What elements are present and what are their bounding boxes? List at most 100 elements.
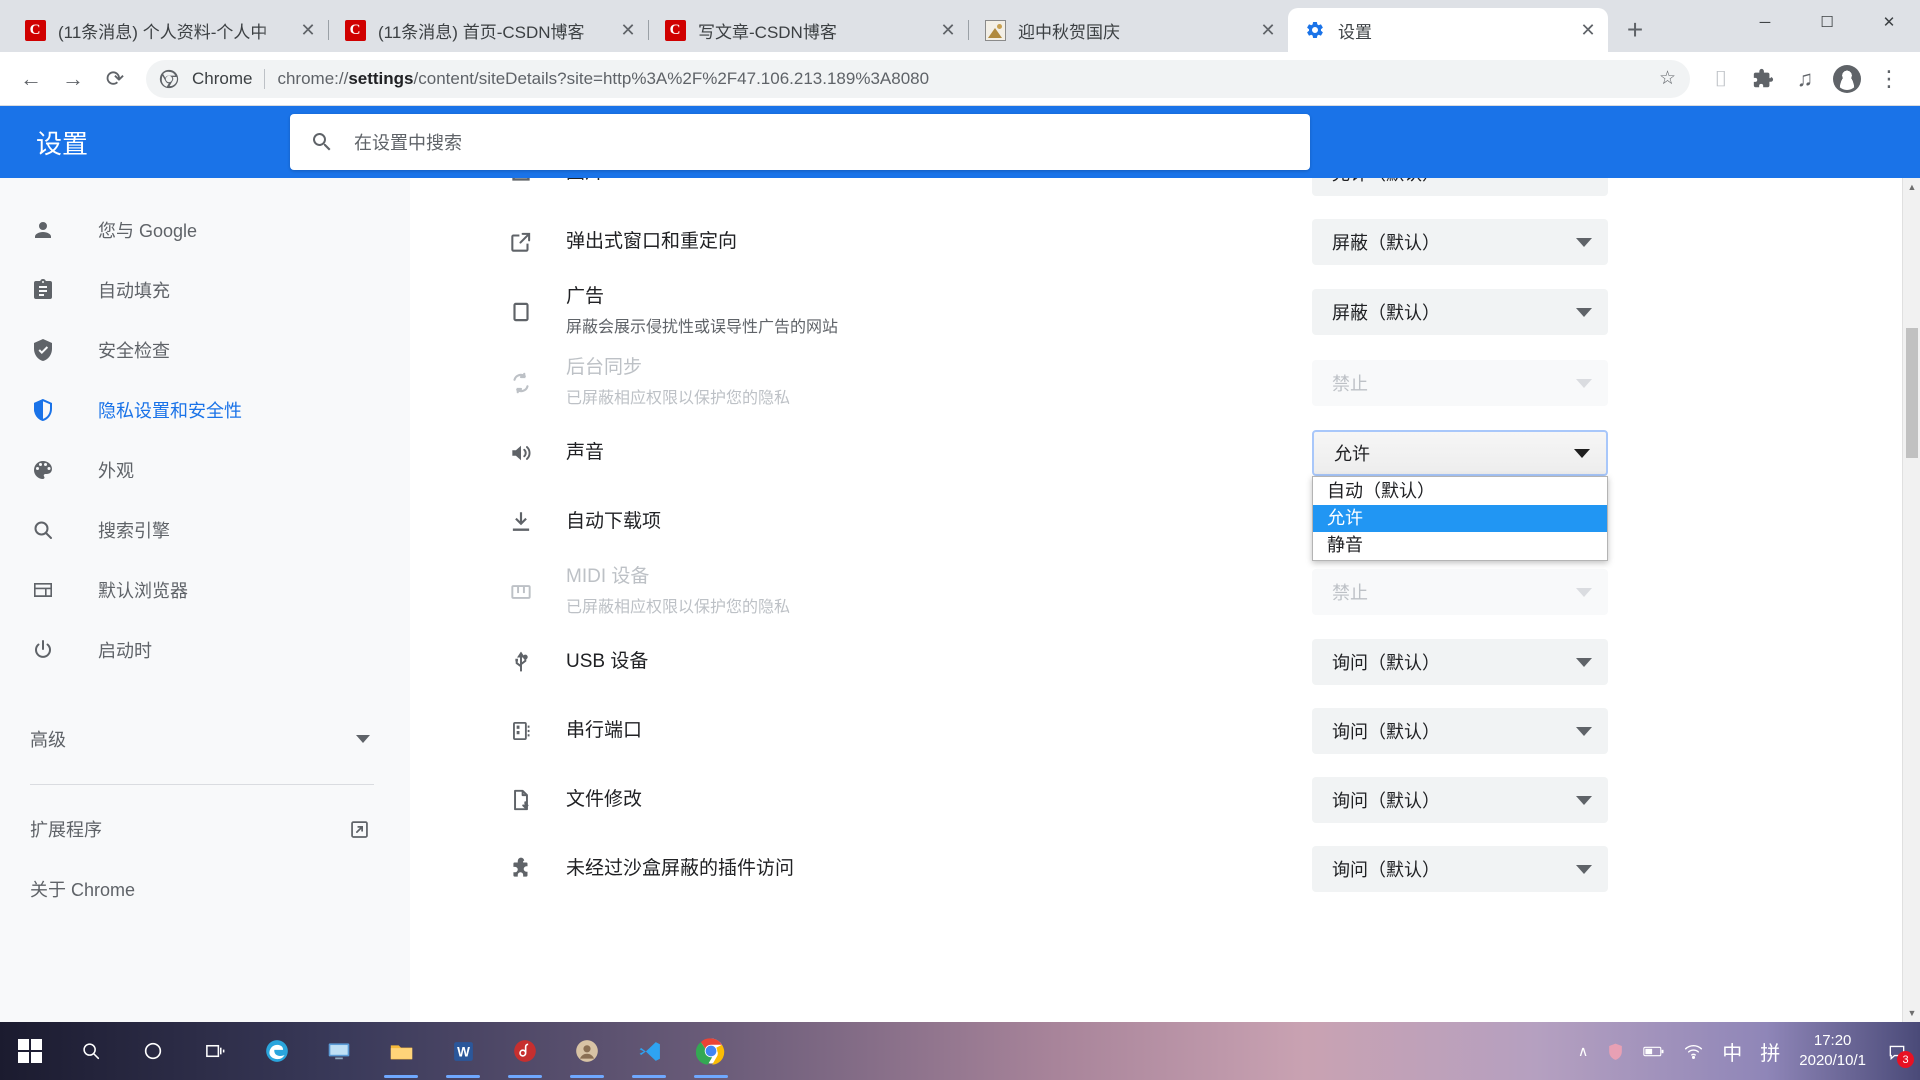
taskbar-word-icon[interactable]: W [432,1022,494,1080]
tab-close-button[interactable]: ✕ [1574,16,1602,44]
permission-text: 声音 [566,438,1312,468]
permission-value: 屏蔽（默认） [1332,229,1576,255]
tab-close-button[interactable]: ✕ [614,16,642,44]
scroll-up-arrow[interactable]: ▲ [1903,178,1920,196]
back-button[interactable]: ← [10,58,52,100]
sidebar-item-privacy-and-security[interactable]: 隐私设置和安全性 [0,380,410,440]
tab-strip: C (11条消息) 个人资料-个人中 ✕ C (11条消息) 首页-CSDN博客… [0,0,1920,52]
sidebar-item-about-chrome[interactable]: 关于 Chrome [0,859,410,919]
permission-select[interactable]: 屏蔽（默认） [1312,289,1608,335]
profile-avatar[interactable] [1826,58,1868,100]
bookmark-star-icon[interactable]: ☆ [1659,67,1676,90]
browser-tab[interactable]: 迎中秋贺国庆 ✕ [968,8,1288,52]
tab-separator [968,20,969,40]
settings-content: 图片 允许（默认） 弹出式窗口和重定向 [410,178,1920,1022]
permission-select[interactable]: 允许（默认） [1312,178,1608,196]
permission-text: 自动下载项 [566,507,1312,537]
extensions-puzzle-icon[interactable] [1742,58,1784,100]
minimize-button[interactable]: ─ [1734,0,1796,44]
taskbar-photo-app-icon[interactable] [556,1022,618,1080]
scrollbar-thumb[interactable] [1906,328,1918,458]
sidebar-item-safety-check[interactable]: 安全检查 [0,320,410,380]
permission-select[interactable]: 询问（默认） [1312,846,1608,892]
browser-tab[interactable]: C 写文章-CSDN博客 ✕ [648,8,968,52]
permission-row: MIDI 设备 已屏蔽相应权限以保护您的隐私 禁止 [410,562,1608,622]
browser-tab[interactable]: C (11条消息) 个人资料-个人中 ✕ [8,8,328,52]
csdn-icon: C [664,19,686,41]
battery-icon[interactable] [1634,1045,1674,1058]
tab-close-button[interactable]: ✕ [1254,16,1282,44]
permission-select[interactable]: 询问（默认） [1312,777,1608,823]
permission-text: 后台同步 已屏蔽相应权限以保护您的隐私 [566,353,1312,413]
chrome-menu-button[interactable]: ⋮ [1868,58,1910,100]
taskbar-search-icon[interactable] [60,1022,122,1080]
permission-select[interactable]: 询问（默认） [1312,708,1608,754]
permission-name: 声音 [566,442,604,463]
start-button[interactable] [0,1022,60,1080]
tab-title: 迎中秋贺国庆 [1018,18,1254,43]
ime-mode-indicator[interactable]: 拼 [1751,1037,1789,1066]
sidebar-item-label: 安全检查 [98,337,170,363]
tab-close-button[interactable]: ✕ [294,16,322,44]
taskbar-chrome-icon[interactable] [680,1022,742,1080]
sidebar-item-default-browser[interactable]: 默认浏览器 [0,560,410,620]
antivirus-icon[interactable] [1597,1042,1634,1061]
chrome-logo-icon [158,68,180,90]
permission-select-disabled: 禁止 [1312,360,1608,406]
plugin-icon [506,856,536,882]
permission-text: 未经过沙盒屏蔽的插件访问 [566,854,1312,884]
permission-row-sound: 声音 允许 自动（默认） 允许 静音 [410,424,1608,482]
permission-select[interactable]: 屏蔽（默认） [1312,219,1608,265]
midi-icon [506,579,536,605]
new-tab-button[interactable]: + [1616,11,1654,49]
settings-search-box[interactable]: 在设置中搜索 [290,114,1310,170]
taskbar-edge-icon[interactable] [246,1022,308,1080]
taskbar-vscode-icon[interactable] [618,1022,680,1080]
sidebar-item-autofill[interactable]: 自动填充 [0,260,410,320]
permission-select[interactable]: 询问（默认） [1312,639,1608,685]
reload-button[interactable]: ⟳ [94,58,136,100]
sidebar-item-search-engine[interactable]: 搜索引擎 [0,500,410,560]
taskbar-task-view-icon[interactable] [184,1022,246,1080]
media-control-icon[interactable]: ♫ [1784,58,1826,100]
power-icon [30,638,56,662]
permission-description: 屏蔽会展示侵扰性或误导性广告的网站 [566,314,1312,342]
page-scrollbar[interactable]: ▲ ▼ [1902,178,1920,1022]
dropdown-option-auto[interactable]: 自动（默认） [1313,478,1607,505]
address-bar[interactable]: Chrome chrome://settings/content/siteDet… [146,60,1690,98]
sidebar-item-on-startup[interactable]: 启动时 [0,620,410,680]
wifi-icon[interactable] [1674,1042,1713,1060]
sound-dropdown-menu[interactable]: 自动（默认） 允许 静音 [1312,476,1608,561]
taskbar-file-explorer-icon[interactable] [370,1022,432,1080]
browser-tab[interactable]: C (11条消息) 首页-CSDN博客 ✕ [328,8,648,52]
taskbar-netease-music-icon[interactable] [494,1022,556,1080]
sound-permission-select[interactable]: 允许 [1312,430,1608,476]
dropdown-option-mute[interactable]: 静音 [1313,532,1607,559]
ad-icon [506,299,536,325]
download-icon [506,509,536,535]
notification-center-button[interactable]: 3 [1882,1036,1912,1066]
browser-tab-active[interactable]: 设置 ✕ [1288,8,1608,52]
sidebar-item-appearance[interactable]: 外观 [0,440,410,500]
sidebar-item-you-and-google[interactable]: 您与 Google [0,200,410,260]
tab-close-button[interactable]: ✕ [934,16,962,44]
windows-taskbar: W ∧ 中 拼 17 [0,1022,1920,1080]
gear-icon [1304,19,1326,41]
tray-expand-chevron-icon[interactable]: ∧ [1569,1043,1597,1060]
dropdown-option-allow[interactable]: 允许 [1313,505,1607,532]
taskbar-desktop-icon[interactable] [308,1022,370,1080]
sidebar-item-advanced[interactable]: 高级 [0,708,410,770]
sidebar-item-label: 扩展程序 [30,816,102,842]
close-button[interactable]: ✕ [1858,0,1920,44]
maximize-button[interactable]: ☐ [1796,0,1858,44]
sidebar-item-extensions[interactable]: 扩展程序 [0,799,410,859]
ime-language-indicator[interactable]: 中 [1713,1037,1751,1066]
clock-time: 17:20 [1799,1031,1866,1051]
forward-button[interactable]: → [52,58,94,100]
side-panel-icon[interactable]: ⌷ [1700,58,1742,100]
scroll-down-arrow[interactable]: ▼ [1903,1004,1920,1022]
chevron-down-icon [1576,658,1592,667]
taskbar-cortana-icon[interactable] [122,1022,184,1080]
url-prefix: chrome:// [277,69,348,88]
taskbar-clock[interactable]: 17:20 2020/10/1 [1789,1031,1876,1072]
